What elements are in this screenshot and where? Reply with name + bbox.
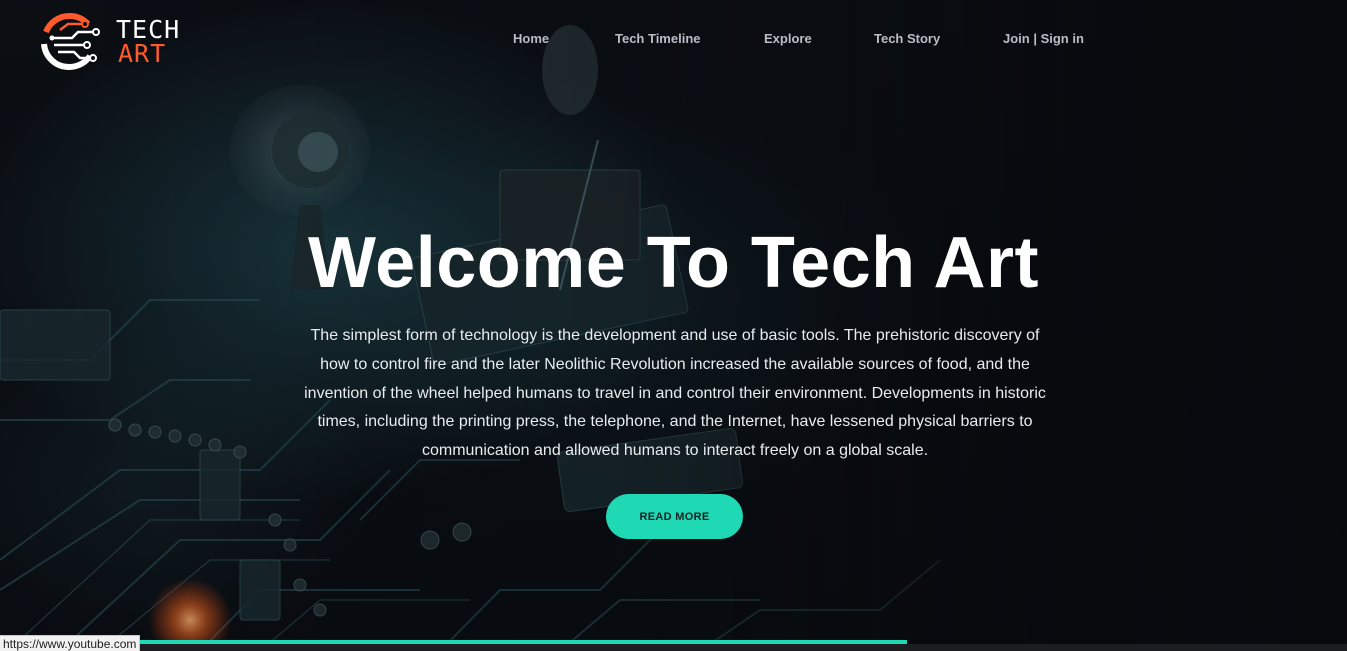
bottom-bar [0, 644, 1347, 651]
nav-link-tech-story[interactable]: Tech Story [874, 31, 940, 46]
slide-progress-bar [0, 640, 1347, 644]
nav-link-explore[interactable]: Explore [764, 31, 812, 46]
hero-title: Welcome To Tech Art [308, 223, 1039, 303]
hero-section: TECH ART Home Tech Timeline Explore Tech… [0, 0, 1347, 651]
nav-link-join-sign-in[interactable]: Join | Sign in [1003, 31, 1084, 46]
read-more-button[interactable]: READ MORE [606, 494, 743, 539]
main-navigation: Home Tech Timeline Explore Tech Story Jo… [0, 31, 1347, 51]
status-bar-link-preview: https://www.youtube.com [0, 635, 141, 651]
nav-link-home[interactable]: Home [513, 31, 549, 46]
nav-link-tech-timeline[interactable]: Tech Timeline [615, 31, 701, 46]
hero-description: The simplest form of technology is the d… [304, 327, 1046, 460]
